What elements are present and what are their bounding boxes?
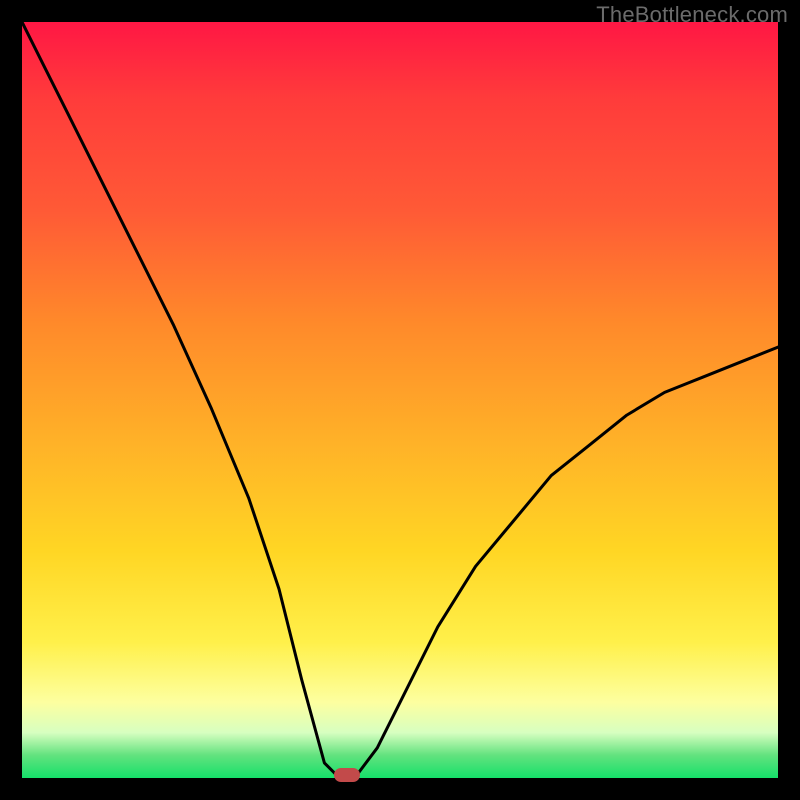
plot-area xyxy=(22,22,778,778)
minimum-marker xyxy=(334,768,360,782)
curve-svg xyxy=(22,22,778,778)
bottleneck-curve xyxy=(22,22,778,778)
chart-container: TheBottleneck.com xyxy=(0,0,800,800)
